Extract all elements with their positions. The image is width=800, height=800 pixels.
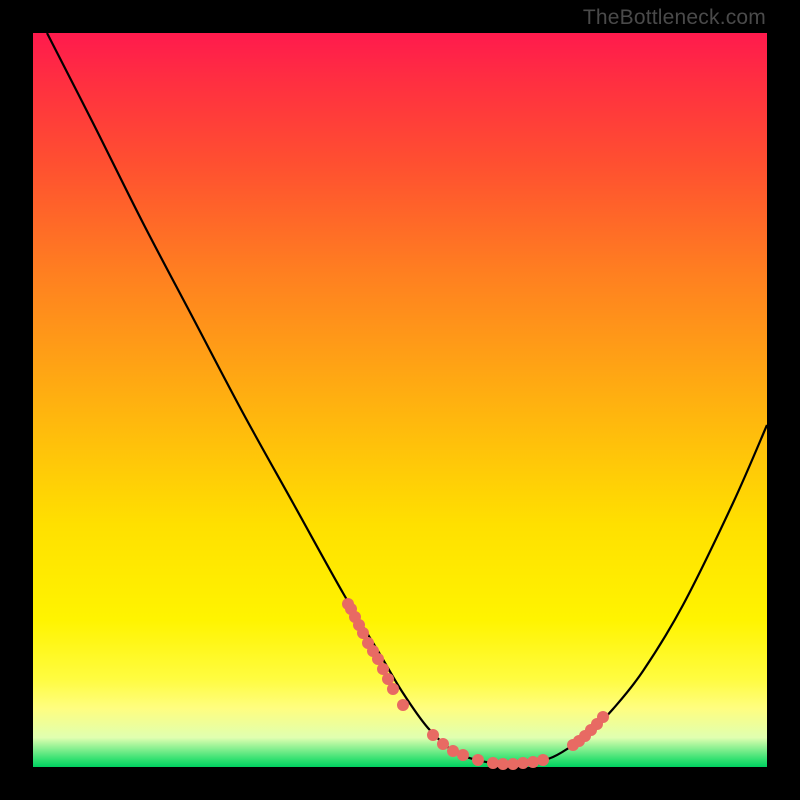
curve-marker (437, 738, 449, 750)
bottleneck-curve-svg (33, 33, 767, 767)
curve-marker (527, 756, 539, 768)
watermark-text: TheBottleneck.com (583, 6, 766, 30)
curve-markers-group (342, 598, 609, 770)
curve-marker (537, 754, 549, 766)
curve-marker (427, 729, 439, 741)
bottleneck-curve-path (47, 33, 767, 764)
curve-marker (457, 749, 469, 761)
curve-marker (597, 711, 609, 723)
curve-marker (387, 683, 399, 695)
curve-marker (397, 699, 409, 711)
curve-marker (472, 754, 484, 766)
chart-plot-area (33, 33, 767, 767)
